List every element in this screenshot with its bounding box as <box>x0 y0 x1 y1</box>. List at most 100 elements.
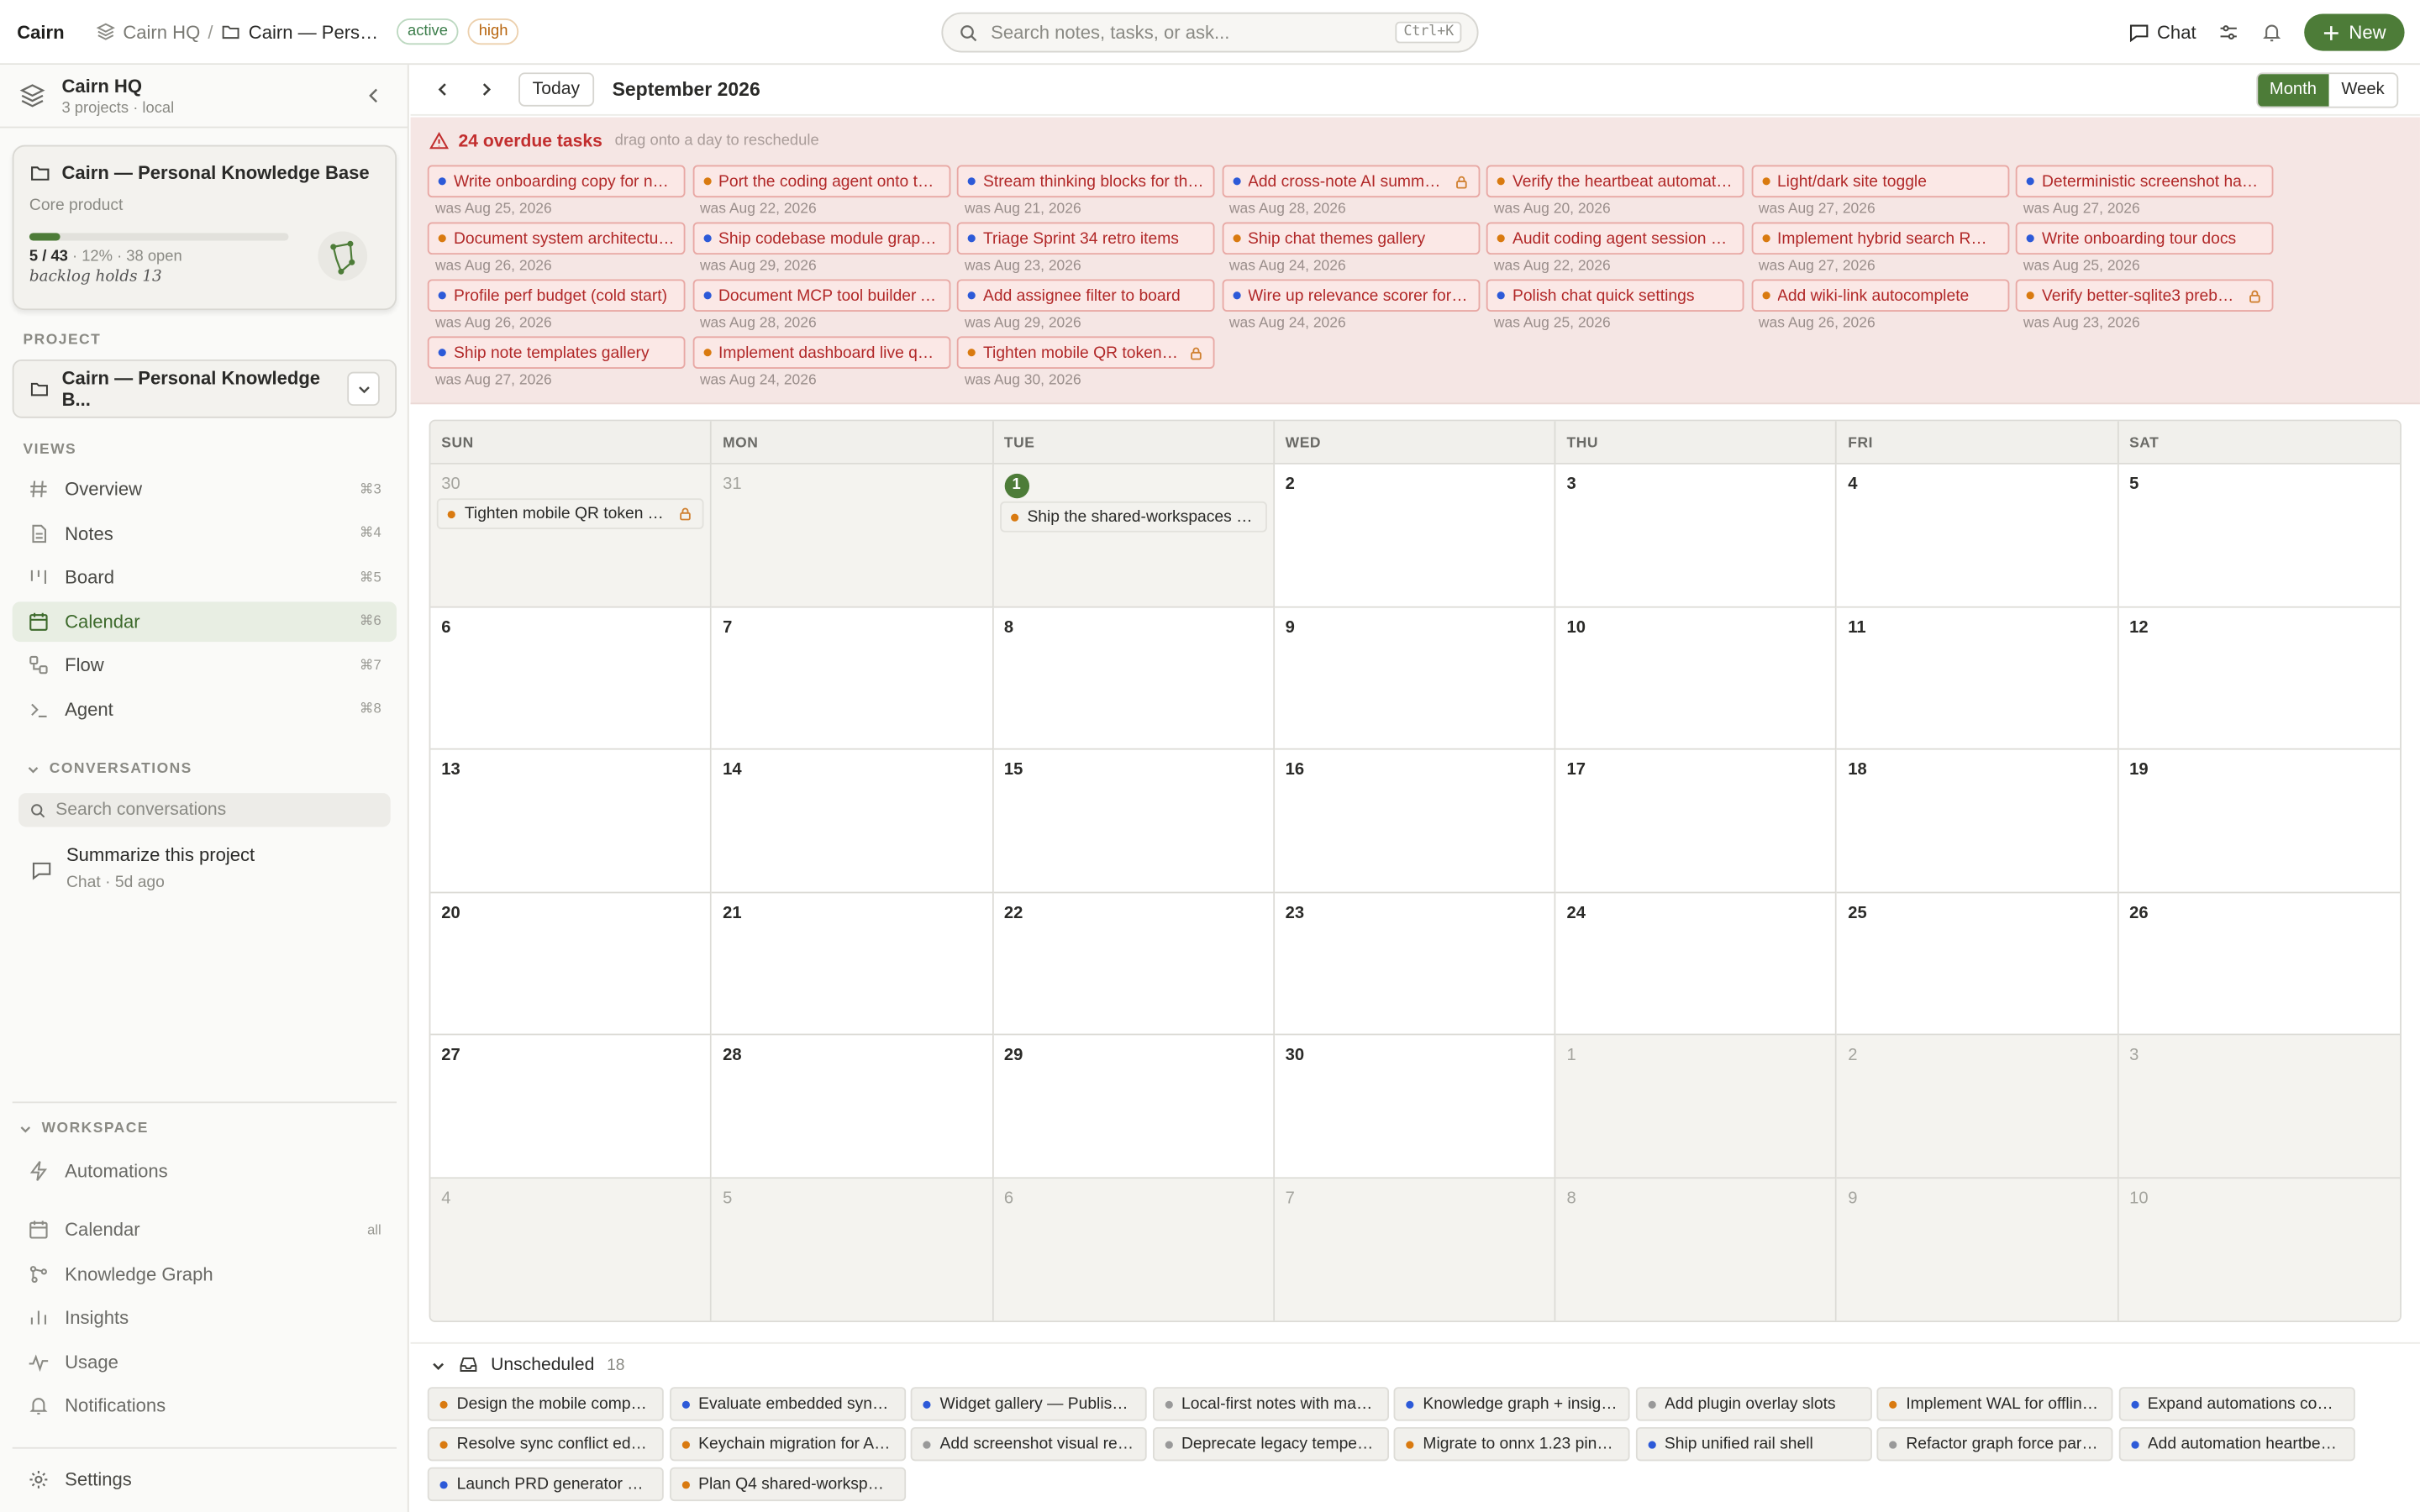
workspace-section-header[interactable]: WORKSPACE <box>18 1120 149 1137</box>
conversations-header[interactable]: CONVERSATIONS <box>26 760 192 778</box>
calendar-day[interactable]: 30 Tighten mobile QR token TTL <box>430 464 713 607</box>
unscheduled-task[interactable]: Add plugin overlay slots <box>1634 1387 1871 1421</box>
unscheduled-task[interactable]: Refactor graph force para... <box>1876 1426 2113 1462</box>
overdue-task-chip[interactable]: Add assignee filter to board <box>956 279 1215 312</box>
month-view-button[interactable]: Month <box>2257 73 2329 106</box>
view-nav-overview[interactable]: Overview ⌘3 <box>13 469 397 509</box>
overdue-task-chip[interactable]: Implement hybrid search RRF ... <box>1750 222 2009 255</box>
unscheduled-task[interactable]: Migrate to onnx 1.23 pinned <box>1393 1426 1630 1462</box>
calendar-day[interactable]: 2 <box>1274 464 1556 607</box>
calendar-day[interactable]: 24 <box>1555 893 1838 1037</box>
today-button[interactable]: Today <box>518 72 594 107</box>
collapse-sidebar-icon[interactable] <box>364 87 382 105</box>
overdue-task-chip[interactable]: Verify the heartbeat automatio... <box>1486 165 1744 198</box>
overdue-task-chip[interactable]: Audit coding agent session pe... <box>1486 222 1744 255</box>
unscheduled-task[interactable]: Implement WAL for offline ... <box>1876 1387 2113 1421</box>
overdue-task-chip[interactable]: Profile perf budget (cold start) <box>427 279 686 312</box>
settings-link[interactable]: Settings <box>13 1460 397 1500</box>
unscheduled-task[interactable]: Add automation heartbeat ... <box>2118 1426 2354 1462</box>
unscheduled-task[interactable]: Add screenshot visual regr... <box>910 1426 1147 1462</box>
calendar-day[interactable]: 15 <box>993 749 1275 894</box>
unscheduled-task[interactable]: Deprecate legacy temperat... <box>1152 1426 1389 1462</box>
project-select[interactable]: Cairn — Personal Knowledge B... <box>12 359 397 418</box>
workspace-header[interactable]: Cairn HQ 3 projects · local <box>0 65 408 129</box>
overdue-task-chip[interactable]: Stream thinking blocks for the... <box>956 165 1215 198</box>
project-card[interactable]: Cairn — Personal Knowledge Base Core pro… <box>12 144 397 311</box>
calendar-day[interactable]: 30 <box>1274 1036 1556 1179</box>
breadcrumb-workspace[interactable]: Cairn HQ <box>123 21 200 43</box>
overdue-task-chip[interactable]: Wire up relevance scorer for c... <box>1221 279 1480 312</box>
overdue-task-chip[interactable]: Polish chat quick settings <box>1486 279 1744 312</box>
calendar-day[interactable]: 16 <box>1274 749 1556 894</box>
overdue-task-chip[interactable]: Write onboarding tour docs <box>2015 222 2274 255</box>
unscheduled-task[interactable]: Keychain migration for API ... <box>669 1426 906 1462</box>
sliders-icon[interactable] <box>2217 22 2239 44</box>
unscheduled-header[interactable]: Unscheduled 18 <box>430 1355 625 1375</box>
view-nav-calendar[interactable]: Calendar ⌘6 <box>12 601 397 642</box>
conversation-item[interactable]: Summarize this project Chat · 5d ago <box>31 844 255 892</box>
conversation-search-input[interactable]: Search conversations <box>18 793 391 827</box>
view-nav-board[interactable]: Board ⌘5 <box>13 557 397 597</box>
week-view-button[interactable]: Week <box>2329 73 2397 106</box>
calendar-day[interactable]: 27 <box>430 1036 713 1179</box>
prev-month-button[interactable] <box>432 79 454 101</box>
unscheduled-task[interactable]: Expand automations cookb... <box>2118 1387 2354 1421</box>
calendar-event[interactable]: Tighten mobile QR token TTL <box>436 498 705 529</box>
calendar-day[interactable]: 26 <box>2118 893 2401 1037</box>
calendar-day[interactable]: 13 <box>430 749 713 894</box>
workspace-nav-calendar[interactable]: Calendar all <box>13 1210 397 1250</box>
calendar-day[interactable]: 22 <box>993 893 1275 1037</box>
calendar-day[interactable]: 3 <box>1555 464 1838 607</box>
overdue-task-chip[interactable]: Add wiki-link autocomplete <box>1750 279 2009 312</box>
overdue-task-chip[interactable]: Tighten mobile QR token T... <box>956 336 1215 369</box>
workspace-nav-notifications[interactable]: Notifications <box>13 1386 397 1426</box>
view-nav-notes[interactable]: Notes ⌘4 <box>13 513 397 554</box>
unscheduled-task[interactable]: Launch PRD generator mo... <box>427 1467 664 1502</box>
calendar-day[interactable]: 3 <box>2118 1036 2401 1179</box>
workspace-nav-automations[interactable]: Automations <box>13 1151 397 1191</box>
unscheduled-task[interactable]: Evaluate embedded sync e... <box>669 1387 906 1421</box>
workspace-nav-insights[interactable]: Insights <box>13 1298 397 1338</box>
calendar-day[interactable]: 19 <box>2118 749 2401 894</box>
overdue-task-chip[interactable]: Add cross-note AI summari... <box>1221 165 1480 198</box>
unscheduled-task[interactable]: Design the mobile compani... <box>427 1387 664 1421</box>
workspace-nav-usage[interactable]: Usage <box>13 1342 397 1383</box>
calendar-day[interactable]: 2 <box>1837 1036 2119 1179</box>
calendar-day[interactable]: 7 <box>1274 1179 1556 1321</box>
calendar-day[interactable]: 17 <box>1555 749 1838 894</box>
project-select-toggle[interactable] <box>347 371 380 407</box>
calendar-day[interactable]: 1 Ship the shared-workspaces be... <box>993 464 1275 607</box>
overdue-task-chip[interactable]: Document system architectur... <box>427 222 686 255</box>
unscheduled-task[interactable]: Knowledge graph + insight... <box>1393 1387 1630 1421</box>
app-brand[interactable]: Cairn <box>17 21 64 43</box>
bell-icon[interactable] <box>2261 22 2283 44</box>
calendar-day[interactable]: 31 <box>712 464 994 607</box>
calendar-day[interactable]: 8 <box>1555 1179 1838 1321</box>
overdue-task-chip[interactable]: Light/dark site toggle <box>1750 165 2009 198</box>
overdue-task-chip[interactable]: Implement dashboard live que... <box>692 336 950 369</box>
calendar-day[interactable]: 23 <box>1274 893 1556 1037</box>
overdue-task-chip[interactable]: Document MCP tool builder API <box>692 279 950 312</box>
workspace-nav-knowledge-graph[interactable]: Knowledge Graph <box>13 1253 397 1294</box>
unscheduled-task[interactable]: Plan Q4 shared-workspace... <box>669 1467 906 1502</box>
calendar-day[interactable]: 21 <box>712 893 994 1037</box>
overdue-task-chip[interactable]: Triage Sprint 34 retro items <box>956 222 1215 255</box>
overdue-task-chip[interactable]: Ship codebase module graph ... <box>692 222 950 255</box>
calendar-day[interactable]: 1 <box>1555 1036 1838 1179</box>
view-nav-flow[interactable]: Flow ⌘7 <box>13 645 397 685</box>
calendar-day[interactable]: 8 <box>993 606 1275 750</box>
calendar-day[interactable]: 6 <box>993 1179 1275 1321</box>
calendar-day[interactable]: 25 <box>1837 893 2119 1037</box>
calendar-day[interactable]: 12 <box>2118 606 2401 750</box>
unscheduled-task[interactable]: Local-first notes with mark... <box>1152 1387 1389 1421</box>
calendar-day[interactable]: 5 <box>712 1179 994 1321</box>
calendar-day[interactable]: 29 <box>993 1036 1275 1179</box>
calendar-event[interactable]: Ship the shared-workspaces be... <box>999 501 1267 533</box>
next-month-button[interactable] <box>476 79 497 101</box>
chat-button[interactable]: Chat <box>2128 22 2196 43</box>
calendar-day[interactable]: 18 <box>1837 749 2119 894</box>
calendar-day[interactable]: 28 <box>712 1036 994 1179</box>
unscheduled-task[interactable]: Resolve sync conflict edge... <box>427 1426 664 1462</box>
overdue-task-chip[interactable]: Port the coding agent onto the... <box>692 165 950 198</box>
unscheduled-task[interactable]: Widget gallery — Publish, ... <box>910 1387 1147 1421</box>
